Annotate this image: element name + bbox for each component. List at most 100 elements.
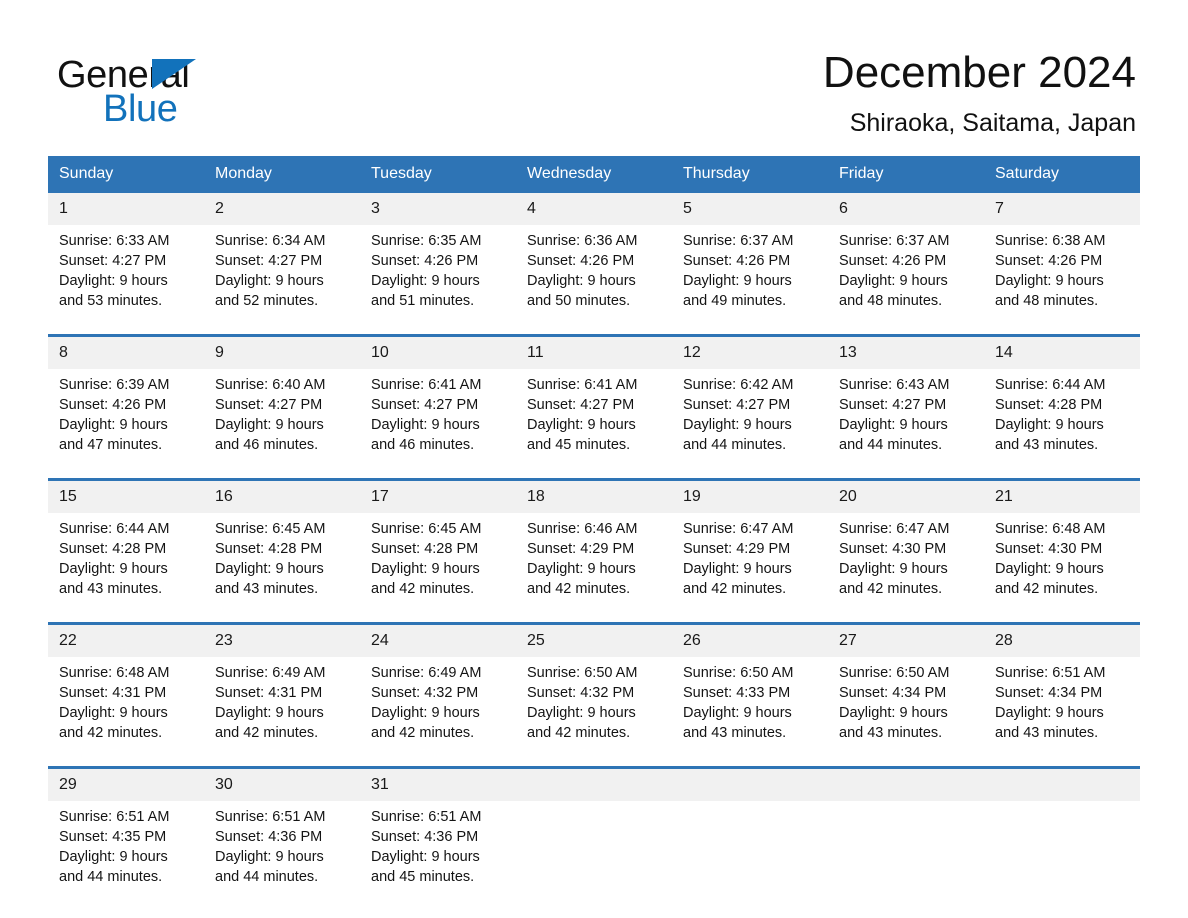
day-number[interactable]: 31 [360,769,516,801]
daylight-text-line2: and 43 minutes. [995,725,1099,741]
day-number[interactable]: 11 [516,337,672,369]
day-cell[interactable]: Sunrise: 6:48 AM Sunset: 4:31 PM Dayligh… [48,657,204,747]
day-cell[interactable]: Sunrise: 6:42 AM Sunset: 4:27 PM Dayligh… [672,369,828,459]
day-number[interactable]: 6 [828,193,984,225]
daylight-text-line2: and 44 minutes. [59,869,163,885]
day-cell[interactable]: Sunrise: 6:35 AM Sunset: 4:26 PM Dayligh… [360,225,516,315]
day-cell[interactable]: Sunrise: 6:48 AM Sunset: 4:30 PM Dayligh… [984,513,1140,603]
day-cell[interactable]: Sunrise: 6:37 AM Sunset: 4:26 PM Dayligh… [828,225,984,315]
day-cell[interactable]: Sunrise: 6:43 AM Sunset: 4:27 PM Dayligh… [828,369,984,459]
daylight-text-line2: and 45 minutes. [371,869,475,885]
day-number[interactable]: 20 [828,481,984,513]
day-cell-empty [828,801,984,891]
day-cell[interactable]: Sunrise: 6:51 AM Sunset: 4:35 PM Dayligh… [48,801,204,891]
day-cell[interactable]: Sunrise: 6:49 AM Sunset: 4:32 PM Dayligh… [360,657,516,747]
day-number[interactable]: 9 [204,337,360,369]
day-cell[interactable]: Sunrise: 6:33 AM Sunset: 4:27 PM Dayligh… [48,225,204,315]
day-cell[interactable]: Sunrise: 6:47 AM Sunset: 4:30 PM Dayligh… [828,513,984,603]
sunrise-text: Sunrise: 6:46 AM [527,521,638,537]
daylight-text-line1: Daylight: 9 hours [59,417,168,433]
day-cell[interactable]: Sunrise: 6:44 AM Sunset: 4:28 PM Dayligh… [984,369,1140,459]
location-subtitle: Shiraoka, Saitama, Japan [849,109,1136,137]
daylight-text-line2: and 45 minutes. [527,437,631,453]
day-number[interactable]: 5 [672,193,828,225]
day-number[interactable]: 19 [672,481,828,513]
sunset-text: Sunset: 4:26 PM [371,253,479,269]
day-cell[interactable]: Sunrise: 6:39 AM Sunset: 4:26 PM Dayligh… [48,369,204,459]
day-number-band: 15 16 17 18 19 20 21 [48,481,1140,513]
day-number[interactable]: 8 [48,337,204,369]
day-number[interactable]: 14 [984,337,1140,369]
daylight-text-line1: Daylight: 9 hours [527,705,636,721]
daylight-text-line1: Daylight: 9 hours [995,417,1104,433]
day-cell[interactable]: Sunrise: 6:38 AM Sunset: 4:26 PM Dayligh… [984,225,1140,315]
day-number[interactable]: 12 [672,337,828,369]
day-cell[interactable]: Sunrise: 6:50 AM Sunset: 4:32 PM Dayligh… [516,657,672,747]
sunset-text: Sunset: 4:27 PM [215,253,323,269]
day-number[interactable]: 21 [984,481,1140,513]
logo-triangle-icon [152,59,196,89]
daylight-text-line2: and 44 minutes. [215,869,319,885]
day-number[interactable]: 7 [984,193,1140,225]
day-cell[interactable]: Sunrise: 6:41 AM Sunset: 4:27 PM Dayligh… [516,369,672,459]
daylight-text-line1: Daylight: 9 hours [371,417,480,433]
day-number-band: 1 2 3 4 5 6 7 [48,193,1140,225]
day-cell[interactable]: Sunrise: 6:44 AM Sunset: 4:28 PM Dayligh… [48,513,204,603]
week-spacer [48,315,1140,334]
day-cell[interactable]: Sunrise: 6:51 AM Sunset: 4:34 PM Dayligh… [984,657,1140,747]
day-cell[interactable]: Sunrise: 6:47 AM Sunset: 4:29 PM Dayligh… [672,513,828,603]
day-cell[interactable]: Sunrise: 6:51 AM Sunset: 4:36 PM Dayligh… [204,801,360,891]
day-number[interactable]: 3 [360,193,516,225]
sunrise-text: Sunrise: 6:51 AM [371,809,482,825]
day-number[interactable]: 27 [828,625,984,657]
day-number[interactable]: 15 [48,481,204,513]
day-number[interactable]: 30 [204,769,360,801]
sunrise-text: Sunrise: 6:49 AM [215,665,326,681]
day-number[interactable]: 22 [48,625,204,657]
day-detail-row: Sunrise: 6:48 AM Sunset: 4:31 PM Dayligh… [48,657,1140,747]
daylight-text-line1: Daylight: 9 hours [527,561,636,577]
sunset-text: Sunset: 4:28 PM [215,541,323,557]
day-number[interactable]: 23 [204,625,360,657]
day-number[interactable]: 26 [672,625,828,657]
daylight-text-line1: Daylight: 9 hours [839,561,948,577]
day-number[interactable]: 1 [48,193,204,225]
day-number-empty [516,769,672,801]
day-number[interactable]: 16 [204,481,360,513]
sunrise-text: Sunrise: 6:48 AM [59,665,170,681]
day-cell[interactable]: Sunrise: 6:51 AM Sunset: 4:36 PM Dayligh… [360,801,516,891]
day-cell[interactable]: Sunrise: 6:45 AM Sunset: 4:28 PM Dayligh… [360,513,516,603]
day-number[interactable]: 18 [516,481,672,513]
day-cell[interactable]: Sunrise: 6:36 AM Sunset: 4:26 PM Dayligh… [516,225,672,315]
day-number[interactable]: 28 [984,625,1140,657]
day-number-band: 8 9 10 11 12 13 14 [48,337,1140,369]
daylight-text-line1: Daylight: 9 hours [839,273,948,289]
day-cell[interactable]: Sunrise: 6:50 AM Sunset: 4:34 PM Dayligh… [828,657,984,747]
day-number[interactable]: 4 [516,193,672,225]
day-number[interactable]: 25 [516,625,672,657]
day-number[interactable]: 24 [360,625,516,657]
day-cell[interactable]: Sunrise: 6:49 AM Sunset: 4:31 PM Dayligh… [204,657,360,747]
sunrise-text: Sunrise: 6:36 AM [527,233,638,249]
day-cell[interactable]: Sunrise: 6:45 AM Sunset: 4:28 PM Dayligh… [204,513,360,603]
calendar-week-row: 1 2 3 4 5 6 7 Sunrise: 6:33 AM Sunset: 4… [48,193,1140,315]
day-cell[interactable]: Sunrise: 6:37 AM Sunset: 4:26 PM Dayligh… [672,225,828,315]
daylight-text-line2: and 46 minutes. [371,437,475,453]
day-number[interactable]: 10 [360,337,516,369]
day-number[interactable]: 29 [48,769,204,801]
sunrise-text: Sunrise: 6:43 AM [839,377,950,393]
day-cell[interactable]: Sunrise: 6:46 AM Sunset: 4:29 PM Dayligh… [516,513,672,603]
day-cell-empty [516,801,672,891]
day-cell[interactable]: Sunrise: 6:41 AM Sunset: 4:27 PM Dayligh… [360,369,516,459]
sunset-text: Sunset: 4:26 PM [59,397,167,413]
day-number[interactable]: 13 [828,337,984,369]
day-cell[interactable]: Sunrise: 6:50 AM Sunset: 4:33 PM Dayligh… [672,657,828,747]
day-cell[interactable]: Sunrise: 6:40 AM Sunset: 4:27 PM Dayligh… [204,369,360,459]
sunset-text: Sunset: 4:34 PM [839,685,947,701]
day-number[interactable]: 2 [204,193,360,225]
daylight-text-line2: and 43 minutes. [215,581,319,597]
sunrise-text: Sunrise: 6:49 AM [371,665,482,681]
day-number[interactable]: 17 [360,481,516,513]
weekday-header-thursday: Thursday [683,165,750,182]
day-cell[interactable]: Sunrise: 6:34 AM Sunset: 4:27 PM Dayligh… [204,225,360,315]
